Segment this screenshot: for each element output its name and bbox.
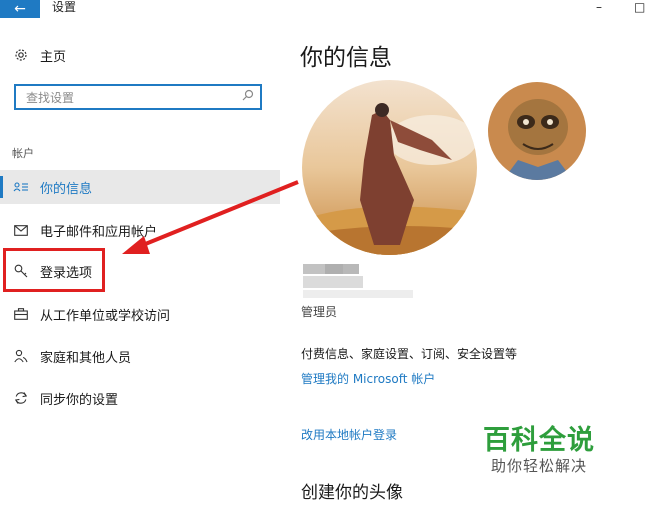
- search-box[interactable]: [14, 84, 262, 110]
- avatar-alt-picture: [488, 82, 586, 180]
- sidebar-item-home[interactable]: 主页: [0, 38, 280, 72]
- watermark-subtitle: 助你轻松解决: [491, 457, 588, 475]
- briefcase-icon: [12, 305, 30, 323]
- account-role: 管理员: [301, 305, 338, 319]
- sidebar-item-your-info[interactable]: 你的信息: [0, 170, 280, 204]
- avatar-picture: [302, 80, 477, 255]
- blurred-username: [303, 262, 413, 302]
- person-card-icon: [12, 178, 30, 196]
- create-avatar-heading: 创建你的头像: [301, 483, 403, 503]
- search-input[interactable]: [24, 88, 238, 108]
- sidebar-item-label: 家庭和其他人员: [40, 350, 132, 366]
- back-button[interactable]: ←: [0, 0, 40, 18]
- section-label-accounts: 帐户: [12, 147, 34, 160]
- page-title: 你的信息: [300, 45, 392, 71]
- sync-icon: [12, 389, 30, 407]
- sidebar-item-work-school[interactable]: 从工作单位或学校访问: [0, 297, 280, 331]
- sidebar-item-label: 同步你的设置: [40, 392, 119, 408]
- sidebar-item-label: 主页: [40, 49, 67, 65]
- annotation-highlight-box: [3, 248, 105, 292]
- sidebar-item-label: 电子邮件和应用帐户: [40, 224, 158, 240]
- gear-icon: [12, 46, 30, 64]
- manage-microsoft-account-link[interactable]: 管理我的 Microsoft 帐户: [301, 370, 435, 387]
- mail-icon: [12, 221, 30, 239]
- title-bar: ← 设置 – □: [0, 0, 650, 18]
- back-arrow-icon: ←: [14, 1, 26, 17]
- minimize-button[interactable]: –: [596, 0, 602, 14]
- watermark-logo: 百科全说: [483, 425, 595, 456]
- sidebar-item-label: 从工作单位或学校访问: [40, 308, 171, 324]
- sidebar-item-family[interactable]: 家庭和其他人员: [0, 339, 280, 373]
- avatar[interactable]: [302, 80, 477, 255]
- sidebar-item-label: 你的信息: [40, 181, 93, 197]
- billing-info-text: 付费信息、家庭设置、订阅、安全设置等: [301, 347, 518, 361]
- local-account-signin-link[interactable]: 改用本地帐户登录: [301, 426, 397, 443]
- search-icon[interactable]: [242, 89, 254, 104]
- app-title: 设置: [52, 0, 77, 14]
- avatar-alt[interactable]: [488, 82, 586, 180]
- sidebar-item-sync[interactable]: 同步你的设置: [0, 381, 280, 415]
- maximize-button[interactable]: □: [634, 0, 645, 14]
- sidebar-item-email-accounts[interactable]: 电子邮件和应用帐户: [0, 213, 280, 247]
- selection-indicator: [0, 176, 3, 198]
- people-icon: [12, 347, 30, 365]
